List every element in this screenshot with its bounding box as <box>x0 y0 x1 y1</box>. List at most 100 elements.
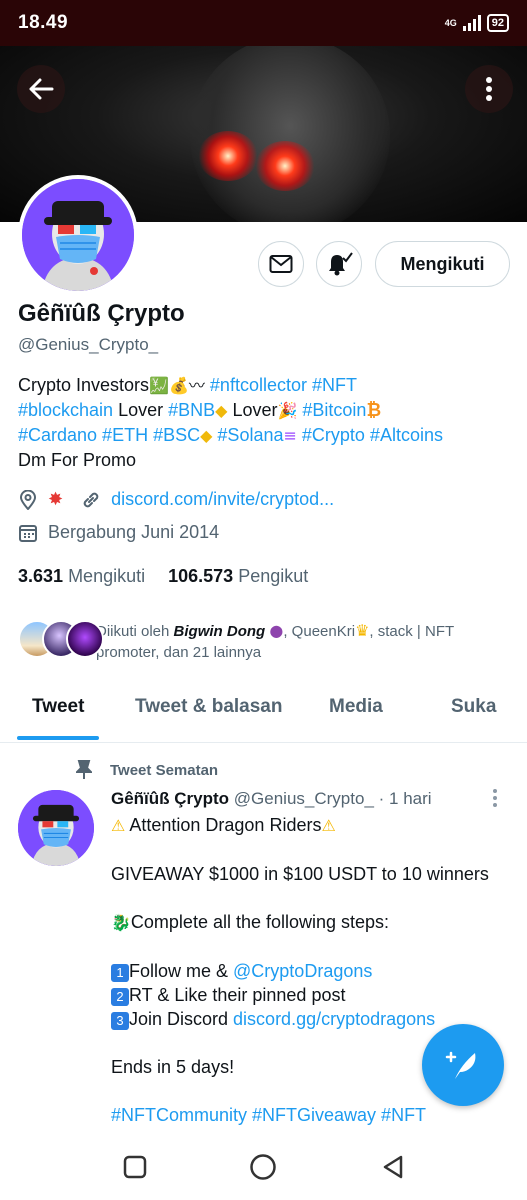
hashtag-bnb[interactable]: #BNB <box>168 400 215 420</box>
hashtag-bitcoin[interactable]: #Bitcoin <box>302 400 366 420</box>
tweet-header: Gêñïûß Çrypto @Genius_Crypto_ · 1 hari <box>111 789 432 809</box>
recents-button[interactable] <box>120 1152 150 1182</box>
banner-eye-glow <box>255 141 315 191</box>
following-button[interactable]: Mengikuti <box>375 241 510 287</box>
network-type: 4G <box>444 17 457 28</box>
message-button[interactable] <box>258 241 304 287</box>
pinned-label: Tweet Sematan <box>76 760 218 780</box>
tweet-line: Complete all the following steps: <box>130 912 390 932</box>
profile-avatar[interactable] <box>18 175 138 295</box>
circle-icon <box>250 1154 276 1180</box>
tweet-line: GIVEAWAY $1000 in $100 USDT to 10 winner… <box>111 864 489 884</box>
status-bar: 18.49 4G 92 <box>0 0 527 46</box>
battery-icon: 92 <box>486 14 509 32</box>
follower-avatars <box>18 620 104 658</box>
back-button[interactable] <box>17 65 65 113</box>
profile-name: Gêñïûß Çrypto <box>18 300 185 327</box>
avatar-image <box>22 179 134 291</box>
tweet-author-name[interactable]: Gêñïûß Çrypto <box>111 789 229 808</box>
bsc-icon: ◆ <box>200 426 213 445</box>
following-stat[interactable]: 3.631 Mengikuti <box>18 566 145 586</box>
followers-stat[interactable]: 106.573 Pengikut <box>168 566 308 586</box>
bio-text: Lover <box>227 400 278 420</box>
more-vertical-icon <box>493 789 497 807</box>
dragon-icon: 🐉 <box>111 913 131 932</box>
bnb-icon: ◆ <box>215 401 228 420</box>
tab-tweets[interactable]: Tweet <box>32 696 84 718</box>
tab-media[interactable]: Media <box>329 696 383 718</box>
tweet-author-handle: @Genius_Crypto_ <box>233 789 374 808</box>
solana-icon: ≡ <box>283 426 297 445</box>
tweet-step: Follow me & <box>129 961 234 981</box>
followed-by[interactable]: Diikuti oleh Bigwin Dong ●, QueenKri♛, s… <box>18 620 518 663</box>
tab-indicator <box>17 736 99 740</box>
more-options-button[interactable] <box>465 65 513 113</box>
square-icon <box>123 1155 147 1179</box>
profile-handle: @Genius_Crypto_ <box>18 335 159 354</box>
bio-hashtags[interactable]: #nftcollector #NFT <box>210 375 357 395</box>
back-nav-button[interactable] <box>378 1152 408 1182</box>
tweet-step: Join Discord <box>129 1009 234 1029</box>
status-time: 18.49 <box>18 12 69 33</box>
hashtag-blockchain[interactable]: #blockchain <box>18 400 113 420</box>
profile-meta-joined: Bergabung Juni 2014 <box>18 522 219 543</box>
warning-icon: ⚠ <box>321 816 336 835</box>
tab-tweets-replies[interactable]: Tweet & balasan <box>135 696 282 718</box>
followed-by-name: Bigwin Dong <box>173 623 266 640</box>
bitcoin-icon: ₿ <box>366 400 382 420</box>
profile-meta-location-link: ✸ discord.com/invite/cryptod... <box>18 489 334 510</box>
collision-emoji-icon: ✸ <box>48 489 64 510</box>
calendar-icon <box>18 523 38 543</box>
bio-text: Crypto Investors <box>18 375 150 395</box>
profile-bio: Crypto Investors💹💰〰 #nftcollector #NFT #… <box>18 373 518 473</box>
profile-website-link[interactable]: discord.com/invite/cryptod... <box>111 489 334 510</box>
more-vertical-icon <box>486 77 492 101</box>
bell-check-icon <box>329 252 353 276</box>
tweet-time: · 1 hari <box>373 789 432 808</box>
followers-label: Pengikut <box>238 566 309 586</box>
joined-date: Bergabung Juni 2014 <box>48 522 220 542</box>
signal-icon <box>462 15 481 31</box>
location-icon <box>18 489 38 510</box>
pin-icon <box>76 760 92 779</box>
arrow-left-icon <box>29 78 54 100</box>
tweet-more-button[interactable] <box>492 788 498 813</box>
hashtag-solana[interactable]: #Solana <box>217 425 283 445</box>
notification-button[interactable] <box>316 241 362 287</box>
followed-by-middle: , QueenKri <box>283 623 356 640</box>
pinned-text: Tweet Sematan <box>110 761 219 779</box>
followed-by-prefix: Diikuti oleh <box>96 623 170 640</box>
tab-likes[interactable]: Suka <box>451 696 496 718</box>
mention-link[interactable]: @CryptoDragons <box>233 961 372 981</box>
status-icons: 4G 92 <box>445 14 509 32</box>
keycap-3-icon: 3 <box>111 1012 129 1030</box>
keycap-2-icon: 2 <box>111 988 129 1006</box>
warning-icon: ⚠ <box>111 816 126 835</box>
followers-count: 106.573 <box>168 566 234 586</box>
avatar <box>66 620 104 658</box>
link-icon <box>81 490 101 510</box>
tweet-avatar[interactable] <box>18 790 94 866</box>
bio-hashtags[interactable]: #Cardano #ETH #BSC <box>18 425 200 445</box>
bio-hashtags[interactable]: #Crypto #Altcoins <box>302 425 443 445</box>
system-nav-bar <box>0 1138 527 1200</box>
crystal-ball-icon: ● <box>269 621 284 640</box>
tweet-step: RT & Like their pinned post <box>129 985 346 1005</box>
bio-text: Dm For Promo <box>18 450 137 470</box>
party-popper-icon: 🎉 <box>277 401 298 420</box>
feather-plus-icon <box>445 1051 476 1079</box>
tweet-hashtags[interactable]: #NFTCommunity #NFTGiveaway #NFT <box>111 1103 511 1127</box>
crown-icon: ♛ <box>355 621 370 640</box>
tweet-line: Attention Dragon Riders <box>125 815 322 835</box>
home-button[interactable] <box>248 1152 278 1182</box>
following-count: 3.631 <box>18 566 64 586</box>
envelope-icon <box>269 255 293 273</box>
profile-stats: 3.631 Mengikuti 106.573 Pengikut <box>18 566 308 587</box>
avatar-image <box>18 790 94 866</box>
discord-link[interactable]: discord.gg/cryptodragons <box>233 1009 435 1029</box>
keycap-1-icon: 1 <box>111 964 129 982</box>
chart-emoji-icon: 💹💰〰 <box>149 376 205 395</box>
following-label: Mengikuti <box>68 566 146 586</box>
compose-tweet-button[interactable] <box>422 1024 504 1106</box>
banner-eye-glow <box>198 131 258 181</box>
